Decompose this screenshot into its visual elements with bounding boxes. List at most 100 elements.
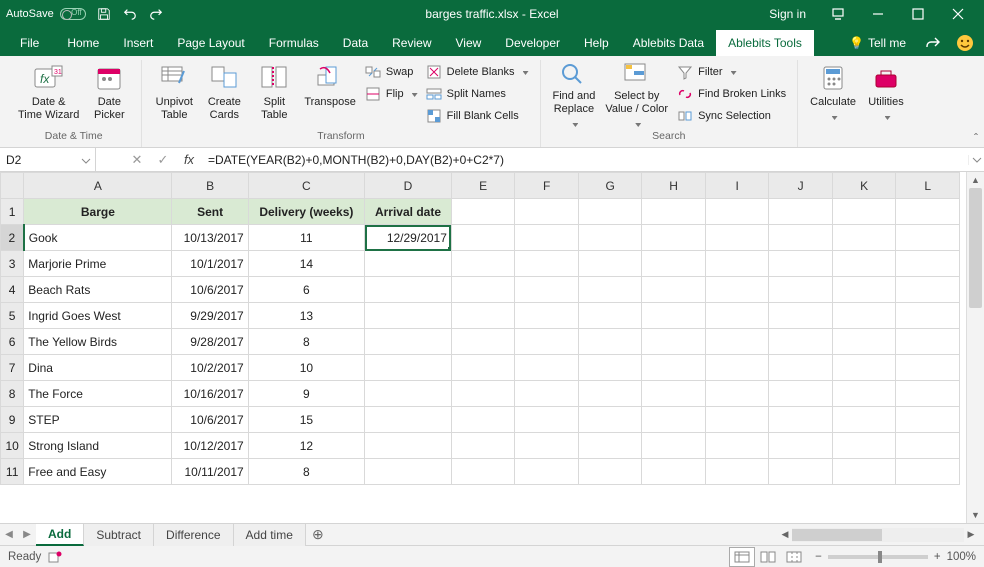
- vertical-scrollbar[interactable]: ▲ ▼: [966, 172, 984, 523]
- scroll-left-icon[interactable]: ◀: [778, 528, 792, 542]
- find-replace-button[interactable]: Find andReplace: [549, 60, 600, 126]
- zoom-control[interactable]: − + 100%: [815, 551, 976, 563]
- sheet-nav-prev-icon[interactable]: ◀: [0, 524, 18, 546]
- cell[interactable]: [896, 459, 960, 485]
- cell[interactable]: [515, 277, 579, 303]
- cell[interactable]: The Yellow Birds: [24, 329, 172, 355]
- cell[interactable]: [642, 381, 706, 407]
- cell[interactable]: [578, 199, 642, 225]
- cell[interactable]: [896, 381, 960, 407]
- row-header[interactable]: 7: [1, 355, 24, 381]
- select-all-corner[interactable]: [1, 173, 24, 199]
- cell[interactable]: [515, 329, 579, 355]
- cell[interactable]: [705, 355, 769, 381]
- expand-formula-bar-icon[interactable]: [968, 155, 984, 165]
- enter-formula-icon[interactable]: ✓: [150, 152, 176, 168]
- tab-file[interactable]: File: [4, 30, 55, 56]
- row-header[interactable]: 10: [1, 433, 24, 459]
- cell[interactable]: [642, 433, 706, 459]
- tab-home[interactable]: Home: [55, 30, 111, 56]
- date-picker-button[interactable]: DatePicker: [85, 60, 133, 126]
- share-icon[interactable]: [922, 32, 944, 54]
- cell[interactable]: 6: [248, 277, 364, 303]
- cell[interactable]: Sent: [172, 199, 248, 225]
- cell[interactable]: Marjorie Prime: [24, 251, 172, 277]
- cell[interactable]: [578, 407, 642, 433]
- cell[interactable]: [705, 407, 769, 433]
- tab-data[interactable]: Data: [331, 30, 380, 56]
- cell[interactable]: [769, 199, 833, 225]
- row-header[interactable]: 8: [1, 381, 24, 407]
- ribbon-options-icon[interactable]: [818, 0, 858, 28]
- cell[interactable]: [451, 381, 515, 407]
- cell[interactable]: [769, 407, 833, 433]
- cell[interactable]: [365, 251, 452, 277]
- zoom-level[interactable]: 100%: [947, 551, 976, 563]
- cell[interactable]: [365, 303, 452, 329]
- cell[interactable]: 9: [248, 381, 364, 407]
- cell[interactable]: [642, 277, 706, 303]
- col-header-h[interactable]: H: [642, 173, 706, 199]
- scroll-up-icon[interactable]: ▲: [967, 172, 984, 188]
- date-time-wizard-button[interactable]: fx31 Date &Time Wizard: [14, 60, 83, 126]
- swap-button[interactable]: Swap: [362, 62, 421, 82]
- cell[interactable]: STEP: [24, 407, 172, 433]
- cell[interactable]: [769, 251, 833, 277]
- cell[interactable]: [451, 433, 515, 459]
- cell[interactable]: [515, 381, 579, 407]
- cell[interactable]: 10/6/2017: [172, 277, 248, 303]
- cell[interactable]: [578, 303, 642, 329]
- maximize-icon[interactable]: [898, 0, 938, 28]
- col-header-k[interactable]: K: [832, 173, 896, 199]
- col-header-l[interactable]: L: [896, 173, 960, 199]
- cell[interactable]: 10/6/2017: [172, 407, 248, 433]
- cell[interactable]: [896, 355, 960, 381]
- cell[interactable]: [451, 329, 515, 355]
- cell[interactable]: 10/12/2017: [172, 433, 248, 459]
- cell[interactable]: [896, 277, 960, 303]
- view-page-break-icon[interactable]: [781, 547, 807, 567]
- scroll-thumb[interactable]: [969, 188, 982, 308]
- cell[interactable]: [896, 303, 960, 329]
- utilities-button[interactable]: Utilities: [862, 60, 910, 126]
- cell[interactable]: [832, 433, 896, 459]
- cell[interactable]: Strong Island: [24, 433, 172, 459]
- row-header[interactable]: 11: [1, 459, 24, 485]
- autosave-switch-icon[interactable]: [60, 8, 86, 20]
- transpose-button[interactable]: Transpose: [300, 60, 360, 126]
- cell[interactable]: [451, 199, 515, 225]
- cell[interactable]: 11: [248, 225, 364, 251]
- cell[interactable]: 9/29/2017: [172, 303, 248, 329]
- horizontal-scrollbar[interactable]: ◀ ▶: [778, 528, 978, 542]
- col-header-i[interactable]: I: [705, 173, 769, 199]
- scroll-down-icon[interactable]: ▼: [967, 507, 984, 523]
- unpivot-table-button[interactable]: UnpivotTable: [150, 60, 198, 126]
- col-header-e[interactable]: E: [451, 173, 515, 199]
- cell[interactable]: [451, 407, 515, 433]
- row-header[interactable]: 9: [1, 407, 24, 433]
- cell[interactable]: [705, 199, 769, 225]
- cell[interactable]: [578, 329, 642, 355]
- cell[interactable]: [705, 277, 769, 303]
- cell[interactable]: 15: [248, 407, 364, 433]
- cell[interactable]: [451, 459, 515, 485]
- cell[interactable]: [832, 277, 896, 303]
- view-page-layout-icon[interactable]: [755, 547, 781, 567]
- new-sheet-button[interactable]: ⊕: [306, 526, 330, 543]
- cell[interactable]: 12: [248, 433, 364, 459]
- cell[interactable]: [365, 433, 452, 459]
- cell[interactable]: [832, 251, 896, 277]
- row-header[interactable]: 3: [1, 251, 24, 277]
- row-header[interactable]: 5: [1, 303, 24, 329]
- cell[interactable]: [832, 355, 896, 381]
- chevron-down-icon[interactable]: [81, 155, 91, 165]
- cell[interactable]: [515, 355, 579, 381]
- split-names-button[interactable]: Split Names: [423, 84, 532, 104]
- split-table-button[interactable]: SplitTable: [250, 60, 298, 126]
- cell[interactable]: 10/11/2017: [172, 459, 248, 485]
- tab-developer[interactable]: Developer: [493, 30, 572, 56]
- close-icon[interactable]: [938, 0, 978, 28]
- cell[interactable]: [578, 459, 642, 485]
- cell[interactable]: [769, 329, 833, 355]
- cell[interactable]: 10/16/2017: [172, 381, 248, 407]
